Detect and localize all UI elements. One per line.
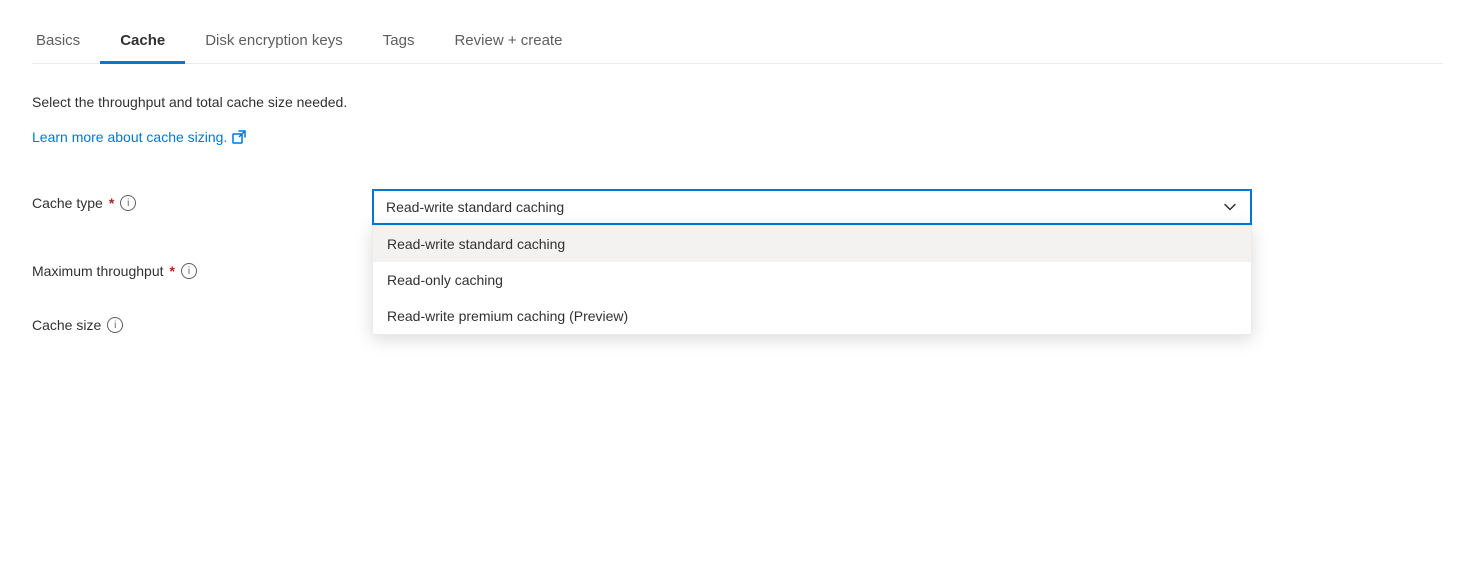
cache-type-row: Cache type * i Read-write standard cachi… (32, 189, 1443, 225)
cache-size-label-text: Cache size (32, 317, 101, 333)
cache-type-label: Cache type * i (32, 189, 372, 211)
maximum-throughput-info-icon[interactable]: i (181, 263, 197, 279)
chevron-down-icon (1222, 199, 1238, 215)
cache-type-label-text: Cache type (32, 195, 103, 211)
learn-more-link[interactable]: Learn more about cache sizing. (32, 129, 246, 145)
cache-type-info-icon[interactable]: i (120, 195, 136, 211)
maximum-throughput-required: * (170, 263, 175, 279)
cache-type-dropdown[interactable]: Read-write standard caching (372, 189, 1252, 225)
external-link-icon (232, 130, 246, 144)
maximum-throughput-label: Maximum throughput * i (32, 257, 372, 279)
dropdown-option-rw-premium[interactable]: Read-write premium caching (Preview) (373, 298, 1251, 334)
page-description: Select the throughput and total cache si… (32, 92, 1443, 113)
tab-tags[interactable]: Tags (363, 20, 435, 64)
tab-cache[interactable]: Cache (100, 20, 185, 64)
tab-disk-encryption-keys[interactable]: Disk encryption keys (185, 20, 363, 64)
tab-review-create[interactable]: Review + create (434, 20, 582, 64)
cache-size-label: Cache size i (32, 311, 372, 333)
cache-type-dropdown-menu: Read-write standard caching Read-only ca… (372, 225, 1252, 335)
tab-navigation: Basics Cache Disk encryption keys Tags R… (32, 0, 1443, 64)
form-section: Cache type * i Read-write standard cachi… (32, 189, 1443, 333)
cache-size-info-icon[interactable]: i (107, 317, 123, 333)
tab-basics[interactable]: Basics (32, 20, 100, 64)
dropdown-option-ro-caching[interactable]: Read-only caching (373, 262, 1251, 298)
cache-type-dropdown-container: Read-write standard caching Read-write s… (372, 189, 1252, 225)
dropdown-selected-value: Read-write standard caching (386, 199, 564, 215)
maximum-throughput-label-text: Maximum throughput (32, 263, 164, 279)
cache-type-required: * (109, 195, 114, 211)
learn-more-text: Learn more about cache sizing. (32, 129, 227, 145)
dropdown-option-rw-standard[interactable]: Read-write standard caching (373, 226, 1251, 262)
